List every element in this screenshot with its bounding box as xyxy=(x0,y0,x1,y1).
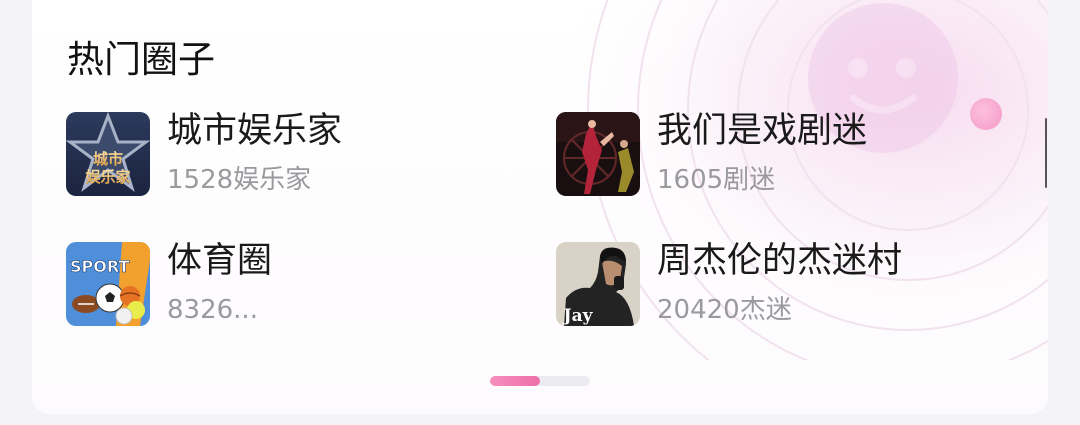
thumb-text-line2: 娱乐家 xyxy=(85,168,130,186)
page-indicator xyxy=(490,376,590,386)
circle-name: 周杰伦的杰迷村 xyxy=(657,241,903,281)
circle-item-drama-fans[interactable]: 我们是戏剧迷 1605剧迷 xyxy=(556,111,956,196)
thumb-text-jay: Jay xyxy=(562,306,594,326)
circle-item-city-entertainer[interactable]: 城市 娱乐家 城市娱乐家 1528娱乐家 xyxy=(66,111,466,196)
thumb-text-sport: SPORT xyxy=(70,257,129,276)
circle-member-count: 1605剧迷 xyxy=(657,165,776,195)
circle-member-count: 8326... xyxy=(167,295,258,325)
circle-member-count: 1528娱乐家 xyxy=(167,165,312,195)
thumb-text-line1: 城市 xyxy=(93,150,123,168)
stage-performance-photo xyxy=(556,112,640,196)
scroll-edge-indicator xyxy=(1045,118,1047,188)
circle-member-count: 20420杰迷 xyxy=(657,295,792,325)
circle-name: 城市娱乐家 xyxy=(167,111,343,151)
album-cover-photo: Jay xyxy=(556,242,640,326)
star-badge-icon: 城市 娱乐家 xyxy=(66,112,150,196)
hot-circles-card: 热门圈子 城市 娱乐家 城市娱乐家 1528娱乐家 我们是戏剧迷 1605剧迷 … xyxy=(32,0,1048,414)
circle-name: 我们是戏剧迷 xyxy=(657,111,868,151)
section-title: 热门圈子 xyxy=(67,38,215,81)
circle-item-sports[interactable]: SPORT 体育圈 8326... xyxy=(66,241,466,326)
circle-name: 体育圈 xyxy=(167,241,273,281)
sports-balls-icon: SPORT xyxy=(66,242,150,326)
circle-item-jay-fans[interactable]: Jay 周杰伦的杰迷村 20420杰迷 xyxy=(556,241,956,326)
page-indicator-active xyxy=(490,376,540,386)
